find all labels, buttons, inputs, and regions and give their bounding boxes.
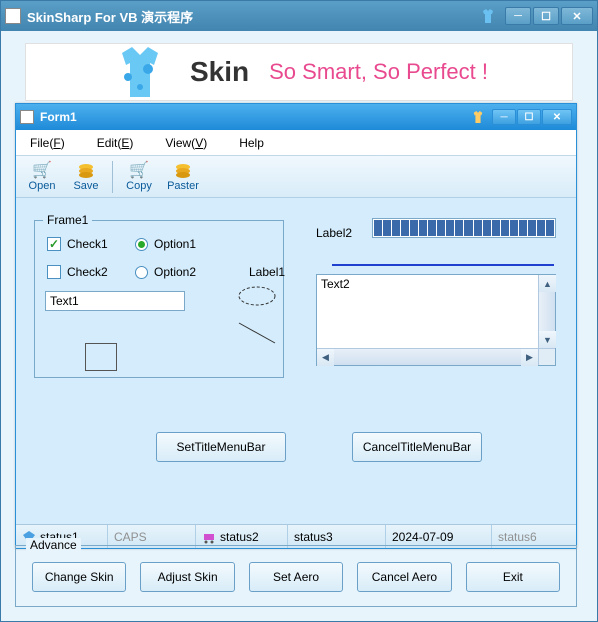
outer-window-controls: ─ ☐ ✕ [505,7,593,25]
form1-window-controls: ─ ☐ ✕ [492,109,572,125]
adjust-skin-button[interactable]: Adjust Skin [140,562,234,592]
scroll-up-icon[interactable]: ▲ [539,275,556,292]
horizontal-scrollbar[interactable]: ◀ ▶ [317,348,538,365]
frame1-legend: Frame1 [43,213,92,227]
text2-content[interactable]: Text2 [317,275,538,348]
coins-icon [174,161,192,179]
option1-radio[interactable] [135,238,148,251]
outer-title: SkinSharp For VB 演示程序 [27,7,479,26]
menubar: File(F) Edit(E) View(V) Help [16,130,576,156]
form1-minimize-button[interactable]: ─ [492,109,516,125]
cart-icon [202,530,216,544]
form1-titlebar[interactable]: Form1 ─ ☐ ✕ [16,104,576,130]
status-caps: CAPS [114,530,147,544]
minimize-button[interactable]: ─ [505,7,531,25]
form1-maximize-button[interactable]: ☐ [517,109,541,125]
check1-checkbox[interactable] [47,237,61,251]
toolbar-copy-label: Copy [126,180,152,192]
status3-label: status3 [294,530,333,544]
change-skin-label: Change Skin [45,570,114,584]
cancel-aero-label: Cancel Aero [372,570,437,584]
cancel-aero-button[interactable]: Cancel Aero [357,562,451,592]
text2-textarea[interactable]: Text2 ▲ ▼ ◀ ▶ [316,274,556,366]
banner-slogan: So Smart, So Perfect ! [269,59,488,85]
menu-help[interactable]: Help [233,134,270,152]
outer-body: Skin So Smart, So Perfect ! Form1 ─ ☐ ✕ … [1,31,597,621]
status6-label: status6 [498,530,537,544]
form-icon [20,110,34,124]
menu-file[interactable]: File(F) [24,134,71,152]
set-aero-label: Set Aero [273,570,319,584]
check2-checkbox[interactable] [47,265,61,279]
toolbar-separator [112,161,113,193]
form1-client: Frame1 Check1 Check2 Option1 [16,198,576,548]
frame1-groupbox: Frame1 Check1 Check2 Option1 [34,220,284,378]
toolbar-save-label: Save [73,180,98,192]
form1-window: Form1 ─ ☐ ✕ File(F) Edit(E) View(V) Help… [15,103,577,549]
toolbar-save-button[interactable]: Save [66,158,106,196]
horizontal-rule [332,264,554,266]
app-icon [5,8,21,24]
adjust-skin-label: Adjust Skin [158,570,218,584]
scroll-left-icon[interactable]: ◀ [317,349,334,366]
menu-view[interactable]: View(V) [159,134,213,152]
cart-icon: 🛒 [33,161,51,179]
scroll-down-icon[interactable]: ▼ [539,331,556,348]
tshirt-icon [479,7,497,25]
cancel-title-label: CancelTitleMenuBar [363,440,471,454]
toolbar-copy-button[interactable]: 🛒 Copy [119,158,159,196]
scroll-corner [538,348,555,365]
coins-icon [77,161,95,179]
banner-brand: Skin [190,56,249,88]
set-aero-button[interactable]: Set Aero [249,562,343,592]
tshirt-icon [470,109,486,125]
vertical-scrollbar[interactable]: ▲ ▼ [538,275,555,348]
form1-close-button[interactable]: ✕ [542,109,572,125]
exit-label: Exit [503,570,523,584]
outer-window: SkinSharp For VB 演示程序 ─ ☐ ✕ Skin So Smar… [0,0,598,622]
toolbar: 🛒 Open Save 🛒 Copy [16,156,576,198]
option2-label: Option2 [154,265,196,279]
scroll-right-icon[interactable]: ▶ [521,349,538,366]
option2-radio[interactable] [135,266,148,279]
banner: Skin So Smart, So Perfect ! [25,43,573,101]
check2-label: Check2 [67,265,108,279]
toolbar-paster-button[interactable]: Paster [163,158,203,196]
advance-legend: Advance [26,538,81,552]
shape-oval [237,285,277,307]
form1-title: Form1 [40,110,470,124]
maximize-button[interactable]: ☐ [533,7,559,25]
change-skin-button[interactable]: Change Skin [32,562,126,592]
set-title-menubar-button[interactable]: SetTitleMenuBar [156,432,286,462]
label2: Label2 [316,226,352,240]
option1-label: Option1 [154,237,196,251]
advance-groupbox: Advance Change Skin Adjust Skin Set Aero… [15,545,577,607]
status-date: 2024-07-09 [392,530,453,544]
toolbar-paster-label: Paster [167,180,199,192]
exit-button[interactable]: Exit [466,562,560,592]
shape-rectangle [85,343,117,371]
shape-line [237,321,277,345]
toolbar-open-label: Open [29,180,56,192]
outer-titlebar[interactable]: SkinSharp For VB 演示程序 ─ ☐ ✕ [1,1,597,31]
close-button[interactable]: ✕ [561,7,593,25]
tshirt-icon [110,47,170,97]
toolbar-open-button[interactable]: 🛒 Open [22,158,62,196]
progress-bar [372,218,556,238]
label1: Label1 [249,265,285,279]
text1-input[interactable] [45,291,185,311]
cart-icon: 🛒 [130,161,148,179]
status2-label: status2 [220,530,259,544]
set-title-label: SetTitleMenuBar [177,440,266,454]
check1-label: Check1 [67,237,108,251]
cancel-title-menubar-button[interactable]: CancelTitleMenuBar [352,432,482,462]
menu-edit[interactable]: Edit(E) [91,134,140,152]
